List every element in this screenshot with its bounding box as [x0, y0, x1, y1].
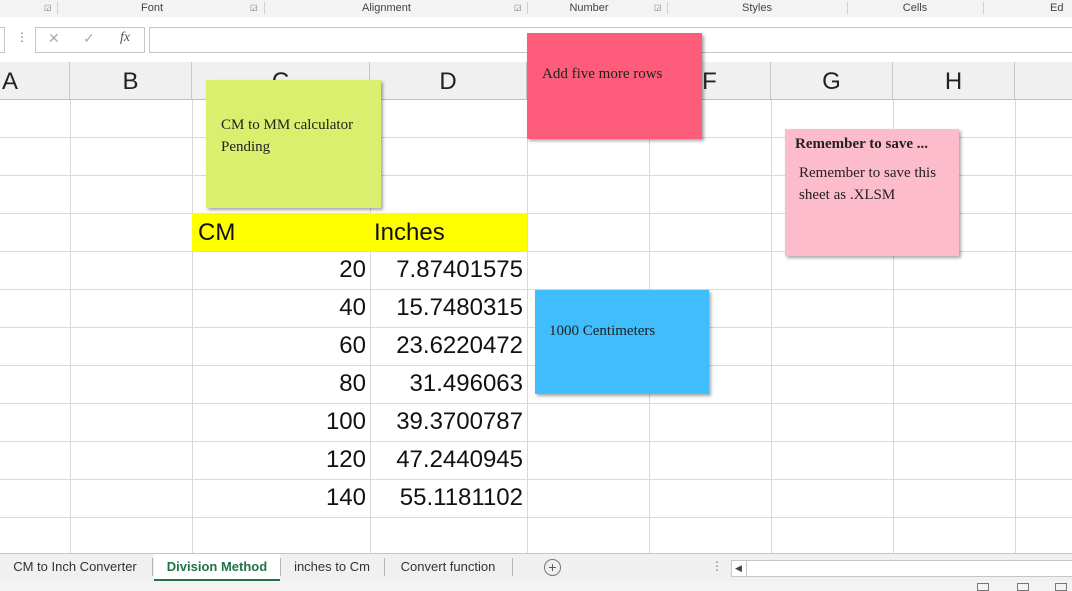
- sticky-note-red[interactable]: Add five more rows: [527, 33, 702, 139]
- page-break-icon[interactable]: [1055, 583, 1067, 591]
- tab-separator: [152, 558, 153, 576]
- ribbon-separator: [983, 2, 984, 14]
- cell-inches[interactable]: 7.87401575: [370, 251, 523, 289]
- cell-inches[interactable]: 39.3700787: [370, 403, 523, 441]
- cell-inches[interactable]: 15.7480315: [370, 289, 523, 327]
- cell-cm[interactable]: 120: [192, 441, 366, 479]
- column-header-i[interactable]: [1015, 62, 1072, 99]
- gridline: [0, 403, 1072, 404]
- cell-inches[interactable]: 55.1181102: [370, 479, 523, 517]
- ribbon-group-number: Number: [569, 2, 609, 14]
- horizontal-scrollbar[interactable]: ◀: [731, 560, 1072, 577]
- ribbon-group-font: Font: [140, 2, 163, 14]
- page-layout-icon[interactable]: [1017, 583, 1029, 591]
- cell-inches[interactable]: 31.496063: [370, 365, 523, 403]
- add-sheet-icon[interactable]: +: [544, 559, 561, 576]
- dialog-launcher-icon[interactable]: ◲: [44, 3, 53, 12]
- table-header-row: CM Inches: [192, 213, 527, 251]
- gridline: [0, 517, 1072, 518]
- header-cell-inches[interactable]: Inches: [374, 213, 445, 253]
- dialog-launcher-icon[interactable]: ◲: [514, 3, 523, 12]
- cell-cm[interactable]: 80: [192, 365, 366, 403]
- name-box[interactable]: [0, 27, 5, 53]
- note-text: Remember to save this sheet as .XLSM: [799, 165, 937, 203]
- ribbon-group-editing: Ed: [1050, 2, 1064, 14]
- sheet-tab-cm-to-inch-converter[interactable]: CM to Inch Converter: [4, 554, 146, 581]
- ribbon-group-cells: Cells: [902, 2, 928, 14]
- insert-function-icon[interactable]: fx: [120, 30, 130, 46]
- note-text: CM to MM calculator Pending: [221, 117, 354, 155]
- sheet-tab-inches-to-cm[interactable]: inches to Cm: [282, 554, 382, 581]
- sheet-tab-bar: CM to Inch Converter Division Method inc…: [0, 553, 1072, 582]
- header-cell-cm[interactable]: CM: [198, 213, 235, 253]
- cell-inches[interactable]: 23.6220472: [370, 327, 523, 365]
- tab-separator: [512, 558, 513, 576]
- scrollbar-divider: [746, 561, 747, 576]
- scroll-left-icon[interactable]: ◀: [735, 561, 742, 576]
- sheet-tab-convert-function[interactable]: Convert function: [386, 554, 510, 581]
- formula-buttons: ✕ ✓ fx: [35, 27, 145, 53]
- column-header-g[interactable]: G: [771, 62, 893, 99]
- ribbon-group-bar: ◲ Font ◲ Alignment ◲ Number ◲ Styles Cel…: [0, 0, 1072, 18]
- sticky-note-green[interactable]: CM to MM calculator Pending: [206, 80, 381, 208]
- cancel-icon[interactable]: ✕: [48, 30, 60, 47]
- cell-cm[interactable]: 100: [192, 403, 366, 441]
- note-text: Add five more rows: [542, 66, 663, 82]
- cell-cm[interactable]: 40: [192, 289, 366, 327]
- sticky-note-blue[interactable]: 1000 Centimeters: [535, 290, 709, 394]
- tab-separator: [280, 558, 281, 576]
- column-header-b[interactable]: B: [70, 62, 192, 99]
- tab-separator: [384, 558, 385, 576]
- ribbon-group-styles: Styles: [742, 2, 772, 14]
- note-title: Remember to save ...: [795, 136, 929, 152]
- note-text: 1000 Centimeters: [549, 323, 656, 339]
- column-header-h[interactable]: H: [893, 62, 1015, 99]
- cell-cm[interactable]: 140: [192, 479, 366, 517]
- more-options-icon[interactable]: ⋮: [16, 30, 28, 44]
- column-header-a[interactable]: A: [0, 62, 70, 99]
- normal-view-icon[interactable]: [977, 583, 989, 591]
- cell-inches[interactable]: 47.2440945: [370, 441, 523, 479]
- enter-icon[interactable]: ✓: [83, 30, 95, 47]
- cell-cm[interactable]: 60: [192, 327, 366, 365]
- sticky-note-pink[interactable]: Remember to save ... Remember to save th…: [785, 129, 959, 256]
- cell-cm[interactable]: 20: [192, 251, 366, 289]
- dialog-launcher-icon[interactable]: ◲: [654, 3, 663, 12]
- status-bar: [0, 581, 1072, 591]
- column-header-d[interactable]: D: [370, 62, 527, 99]
- gridline: [0, 441, 1072, 442]
- ribbon-group-alignment: Alignment: [362, 2, 411, 14]
- dialog-launcher-icon[interactable]: ◲: [250, 3, 259, 12]
- sheet-tab-division-method[interactable]: Division Method: [154, 554, 280, 581]
- tab-options-icon[interactable]: ⋮: [711, 559, 723, 573]
- gridline: [0, 479, 1072, 480]
